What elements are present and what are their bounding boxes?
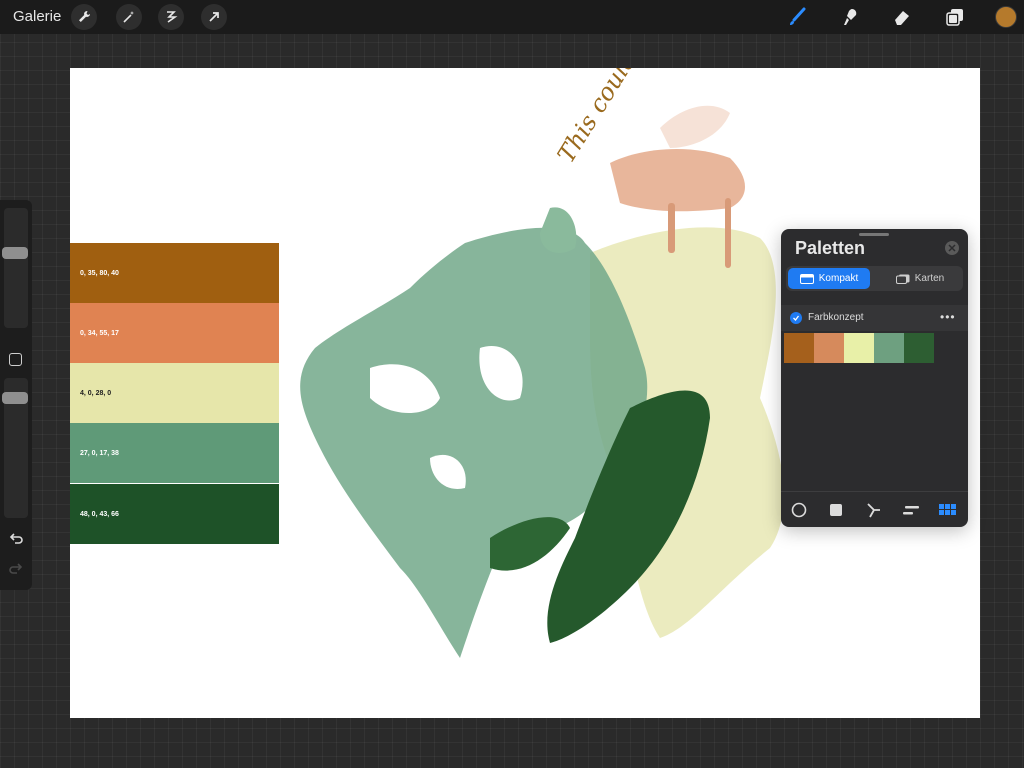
palette-name: Farbkonzept <box>808 312 864 323</box>
eraser-icon[interactable] <box>890 5 914 29</box>
selection-icon[interactable] <box>158 4 184 30</box>
tab-label: Karten <box>914 273 945 284</box>
harmony-icon[interactable] <box>865 501 883 519</box>
transform-icon[interactable] <box>201 4 227 30</box>
tab-label: Kompakt <box>818 273 859 284</box>
palette-swatch[interactable] <box>814 333 844 363</box>
panel-title: Paletten <box>795 238 866 258</box>
color-swatch: 48, 0, 43, 66 <box>70 484 279 544</box>
opacity-handle[interactable] <box>2 392 28 404</box>
modify-button[interactable] <box>9 353 22 366</box>
palette-swatch[interactable] <box>874 333 904 363</box>
tab-kompakt[interactable]: Kompakt <box>788 268 870 289</box>
value-icon[interactable] <box>902 501 920 519</box>
compact-view-icon <box>799 273 814 284</box>
top-toolbar: Galerie <box>0 0 1024 34</box>
cards-view-icon <box>895 274 910 284</box>
smudge-icon[interactable] <box>838 5 862 29</box>
color-swatch: 0, 34, 55, 17 <box>70 303 279 363</box>
magic-wand-icon[interactable] <box>116 4 142 30</box>
palette-header-row[interactable]: Farbkonzept ••• <box>781 305 968 331</box>
swatch-label: 48, 0, 43, 66 <box>80 510 119 518</box>
redo-icon[interactable] <box>7 560 25 578</box>
color-swatch: 0, 35, 80, 40 <box>70 243 279 303</box>
close-icon[interactable] <box>945 241 959 255</box>
more-options-icon[interactable]: ••• <box>940 310 956 324</box>
palette-swatch[interactable] <box>784 333 814 363</box>
checkmark-icon[interactable] <box>790 312 802 324</box>
swatch-label: 0, 35, 80, 40 <box>80 269 119 277</box>
brush-icon[interactable] <box>785 5 809 29</box>
gallery-button[interactable]: Galerie <box>13 8 61 25</box>
brush-size-slider[interactable] <box>4 208 28 328</box>
swatch-label: 27, 0, 17, 38 <box>80 449 119 457</box>
palettes-icon[interactable] <box>939 501 957 519</box>
classic-icon[interactable] <box>827 501 845 519</box>
layers-icon[interactable] <box>943 5 967 29</box>
palettes-panel: Paletten Kompakt Karten Farbkonzept ••• <box>781 229 968 527</box>
wrench-icon[interactable] <box>71 4 97 30</box>
color-swatch: 27, 0, 17, 38 <box>70 423 279 483</box>
palette-swatch[interactable] <box>904 333 934 363</box>
left-sidebar <box>0 200 32 590</box>
brush-size-handle[interactable] <box>2 247 28 259</box>
current-color-swatch[interactable] <box>995 6 1017 28</box>
color-mode-bar <box>781 491 968 527</box>
view-mode-segmented-control: Kompakt Karten <box>786 266 963 291</box>
swatch-label: 0, 34, 55, 17 <box>80 329 119 337</box>
palette-swatch-grid <box>784 333 934 363</box>
panel-grabber[interactable] <box>859 233 889 236</box>
tab-karten[interactable]: Karten <box>879 268 961 289</box>
color-swatch: 4, 0, 28, 0 <box>70 363 279 423</box>
swatch-label: 4, 0, 28, 0 <box>80 389 112 397</box>
disc-icon[interactable] <box>790 501 808 519</box>
undo-icon[interactable] <box>7 530 25 548</box>
palette-swatch[interactable] <box>844 333 874 363</box>
